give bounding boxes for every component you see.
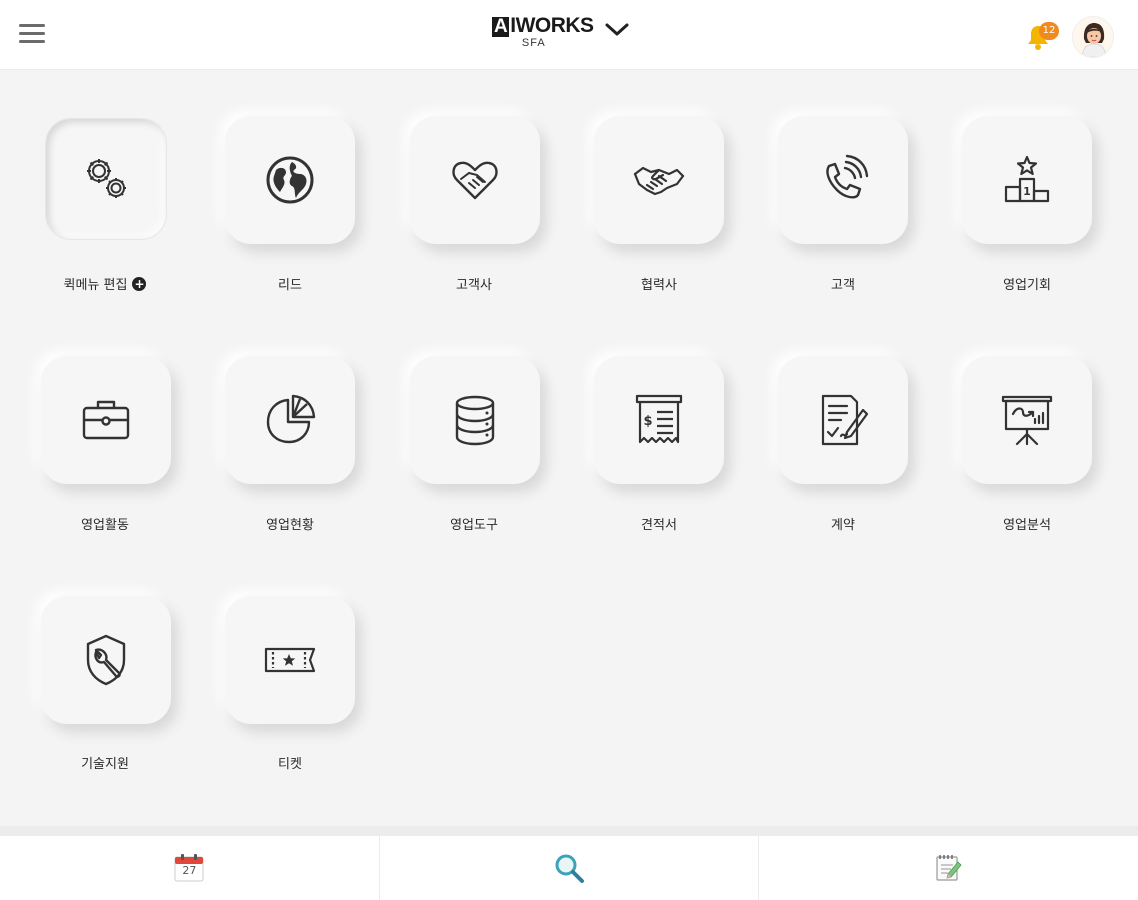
tile-sales-activity[interactable] bbox=[41, 356, 171, 484]
tile-label-contract[interactable]: 계약 bbox=[768, 514, 918, 533]
label-text: 퀵메뉴 편집 bbox=[63, 278, 128, 293]
tile-quickmenu-edit[interactable] bbox=[45, 118, 167, 240]
tile-label-quickmenu-edit[interactable]: 퀵메뉴 편집 + bbox=[30, 274, 180, 293]
handshake-icon bbox=[633, 166, 685, 196]
heart-handshake-icon bbox=[452, 161, 498, 200]
tile-label-customer[interactable]: 고객 bbox=[768, 274, 918, 293]
tile-label-sales-tools[interactable]: 영업도구 bbox=[399, 514, 549, 533]
receipt-icon: $ bbox=[635, 394, 683, 444]
hamburger-icon[interactable] bbox=[19, 24, 45, 46]
tile-customer[interactable] bbox=[778, 116, 908, 244]
phone-call-icon bbox=[826, 154, 869, 199]
app-header: A IWORKS SFA 12 bbox=[0, 0, 1138, 70]
tile-label-quotation[interactable]: 견적서 bbox=[584, 514, 734, 533]
tile-sales-opportunity[interactable]: 1 bbox=[962, 116, 1092, 244]
ticket-icon bbox=[264, 647, 316, 673]
app-logo-switcher[interactable]: A IWORKS SFA bbox=[492, 14, 642, 58]
tile-sales-analysis[interactable] bbox=[962, 356, 1092, 484]
shield-wrench-icon bbox=[86, 634, 126, 686]
tile-label-ticket[interactable]: 티켓 bbox=[215, 753, 365, 772]
bottom-tabbar: 27 bbox=[0, 836, 1138, 900]
tile-lead[interactable] bbox=[225, 116, 355, 244]
tile-sales-tools[interactable] bbox=[410, 356, 540, 484]
search-icon bbox=[555, 854, 584, 883]
chevron-down-icon bbox=[605, 23, 629, 36]
tile-label-client-company[interactable]: 고객사 bbox=[399, 274, 549, 293]
tile-label-sales-opportunity[interactable]: 영업기회 bbox=[952, 274, 1102, 293]
gears-icon bbox=[87, 159, 126, 198]
podium-star-icon: 1 bbox=[1004, 155, 1050, 203]
briefcase-icon bbox=[82, 400, 130, 440]
contract-icon bbox=[821, 394, 869, 446]
tab-calendar[interactable]: 27 bbox=[0, 836, 380, 900]
logo-subtitle: SFA bbox=[521, 37, 546, 49]
tabbar-divider bbox=[0, 826, 1138, 836]
tile-label-tech-support[interactable]: 기술지원 bbox=[30, 753, 180, 772]
tab-note[interactable] bbox=[759, 836, 1138, 900]
tile-label-lead[interactable]: 리드 bbox=[215, 274, 365, 293]
tile-sales-status[interactable] bbox=[225, 356, 355, 484]
logo-text: IWORKS bbox=[510, 14, 594, 37]
app-logo: A IWORKS SFA bbox=[492, 14, 594, 49]
tile-client-company[interactable] bbox=[410, 116, 540, 244]
add-circle-icon[interactable]: + bbox=[132, 276, 147, 291]
calendar-icon: 27 bbox=[174, 854, 204, 882]
svg-text:1: 1 bbox=[1023, 185, 1031, 198]
svg-text:$: $ bbox=[643, 414, 652, 429]
presentation-board-icon bbox=[1001, 395, 1053, 446]
tile-label-partner[interactable]: 협력사 bbox=[584, 274, 734, 293]
database-icon bbox=[455, 395, 495, 446]
tile-tech-support[interactable] bbox=[41, 596, 171, 724]
logo-mark: A bbox=[492, 16, 510, 37]
tile-contract[interactable] bbox=[778, 356, 908, 484]
globe-icon bbox=[266, 156, 314, 204]
tile-label-sales-analysis[interactable]: 영업분석 bbox=[952, 514, 1102, 533]
tile-label-sales-status[interactable]: 영업현황 bbox=[215, 514, 365, 533]
notification-badge: 12 bbox=[1039, 22, 1059, 40]
pie-chart-icon bbox=[266, 394, 316, 444]
note-edit-icon bbox=[936, 855, 962, 881]
user-avatar[interactable] bbox=[1072, 16, 1114, 58]
tile-quotation[interactable]: $ bbox=[594, 356, 724, 484]
calendar-day: 27 bbox=[182, 864, 197, 877]
tab-search[interactable] bbox=[380, 836, 760, 900]
tile-label-sales-activity[interactable]: 영업활동 bbox=[30, 514, 180, 533]
tile-ticket[interactable] bbox=[225, 596, 355, 724]
tile-partner[interactable] bbox=[594, 116, 724, 244]
